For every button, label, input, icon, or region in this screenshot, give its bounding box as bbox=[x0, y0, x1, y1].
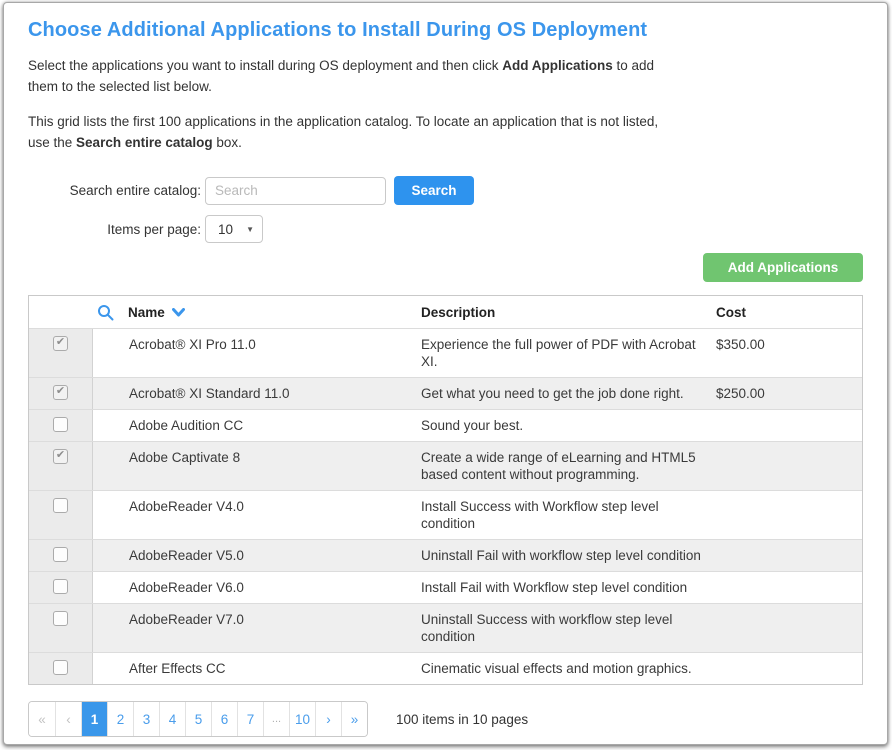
row-checkbox[interactable]: ✔ bbox=[53, 579, 68, 594]
chevron-down-icon: ▼ bbox=[246, 225, 254, 234]
app-name: After Effects CC bbox=[93, 653, 415, 684]
row-checkbox-cell: ✔ bbox=[29, 329, 93, 377]
pagination-next-page[interactable]: › bbox=[315, 702, 341, 736]
items-per-page-label: Items per page: bbox=[28, 222, 201, 237]
items-per-page-select[interactable]: 10 ▼ bbox=[205, 215, 263, 243]
app-name: Adobe Captivate 8 bbox=[93, 442, 415, 490]
app-name: Acrobat® XI Standard 11.0 bbox=[93, 378, 415, 409]
app-cost bbox=[710, 442, 862, 490]
checkmark-icon: ✔ bbox=[56, 450, 65, 461]
table-row[interactable]: ✔ Acrobat® XI Standard 11.0 Get what you… bbox=[29, 377, 862, 409]
intro-paragraph-1: Select the applications you want to inst… bbox=[28, 55, 676, 98]
pagination-page-ellipsis: ... bbox=[263, 702, 289, 736]
pagination-page-5[interactable]: 5 bbox=[185, 702, 211, 736]
app-description: Create a wide range of eLearning and HTM… bbox=[415, 442, 710, 490]
app-name: AdobeReader V5.0 bbox=[93, 540, 415, 571]
table-row[interactable]: ✔ Acrobat® XI Pro 11.0 Experience the fu… bbox=[29, 328, 862, 377]
header-name[interactable]: Name bbox=[93, 304, 415, 321]
dialog-window: Choose Additional Applications to Instal… bbox=[3, 2, 888, 745]
search-catalog-label: Search entire catalog: bbox=[28, 183, 201, 198]
header-checkbox-column bbox=[29, 309, 93, 316]
items-per-page-value: 10 bbox=[218, 222, 233, 237]
row-checkbox-cell: ✔ bbox=[29, 410, 93, 441]
app-description: Uninstall Fail with workflow step level … bbox=[415, 540, 710, 571]
checkmark-icon: ✔ bbox=[56, 386, 65, 397]
intro-paragraph-2: This grid lists the first 100 applicatio… bbox=[28, 111, 676, 154]
page-title: Choose Additional Applications to Instal… bbox=[28, 19, 863, 42]
pagination-first-page: « bbox=[29, 702, 55, 736]
app-cost bbox=[710, 604, 862, 652]
header-name-label: Name bbox=[128, 304, 165, 321]
app-cost bbox=[710, 491, 862, 539]
pagination-page-4[interactable]: 4 bbox=[159, 702, 185, 736]
row-checkbox[interactable]: ✔ bbox=[53, 336, 68, 351]
app-description: Sound your best. bbox=[415, 410, 710, 441]
row-checkbox[interactable]: ✔ bbox=[53, 417, 68, 432]
app-cost bbox=[710, 410, 862, 441]
row-checkbox[interactable]: ✔ bbox=[53, 385, 68, 400]
app-description: Install Success with Workflow step level… bbox=[415, 491, 710, 539]
app-description: Get what you need to get the job done ri… bbox=[415, 378, 710, 409]
row-checkbox-cell: ✔ bbox=[29, 572, 93, 603]
row-checkbox[interactable]: ✔ bbox=[53, 498, 68, 513]
app-description: Cinematic visual effects and motion grap… bbox=[415, 653, 710, 684]
add-applications-button[interactable]: Add Applications bbox=[703, 253, 863, 282]
applications-table: Name Description Cost ✔ Acrobat® XI Pro … bbox=[28, 295, 863, 685]
table-row[interactable]: ✔ AdobeReader V6.0 Install Fail with Wor… bbox=[29, 571, 862, 603]
table-row[interactable]: ✔ After Effects CC Cinematic visual effe… bbox=[29, 652, 862, 684]
table-row[interactable]: ✔ AdobeReader V7.0 Uninstall Success wit… bbox=[29, 603, 862, 652]
app-name: Acrobat® XI Pro 11.0 bbox=[93, 329, 415, 377]
app-cost bbox=[710, 653, 862, 684]
pagination-page-7[interactable]: 7 bbox=[237, 702, 263, 736]
row-checkbox-cell: ✔ bbox=[29, 491, 93, 539]
row-checkbox[interactable]: ✔ bbox=[53, 611, 68, 626]
search-input[interactable] bbox=[205, 177, 386, 205]
header-cost[interactable]: Cost bbox=[710, 304, 862, 321]
search-icon bbox=[97, 304, 114, 321]
row-checkbox[interactable]: ✔ bbox=[53, 449, 68, 464]
pagination-prev-page: ‹ bbox=[55, 702, 81, 736]
row-checkbox-cell: ✔ bbox=[29, 653, 93, 684]
table-body: ✔ Acrobat® XI Pro 11.0 Experience the fu… bbox=[29, 328, 862, 684]
pagination-row: «‹1234567...10›» 100 items in 10 pages bbox=[28, 701, 863, 737]
app-description: Experience the full power of PDF with Ac… bbox=[415, 329, 710, 377]
app-description: Install Fail with Workflow step level co… bbox=[415, 572, 710, 603]
search-button[interactable]: Search bbox=[394, 176, 474, 205]
table-header-row: Name Description Cost bbox=[29, 296, 862, 328]
app-name: AdobeReader V6.0 bbox=[93, 572, 415, 603]
row-checkbox[interactable]: ✔ bbox=[53, 660, 68, 675]
pagination-page-1[interactable]: 1 bbox=[81, 702, 107, 736]
table-row[interactable]: ✔ AdobeReader V5.0 Uninstall Fail with w… bbox=[29, 539, 862, 571]
header-description[interactable]: Description bbox=[415, 304, 710, 321]
row-checkbox-cell: ✔ bbox=[29, 378, 93, 409]
row-checkbox[interactable]: ✔ bbox=[53, 547, 68, 562]
pagination-page-2[interactable]: 2 bbox=[107, 702, 133, 736]
pagination-summary: 100 items in 10 pages bbox=[396, 712, 528, 727]
items-per-page-row: Items per page: 10 ▼ bbox=[28, 215, 863, 243]
app-cost: $350.00 bbox=[710, 329, 862, 377]
app-name: AdobeReader V4.0 bbox=[93, 491, 415, 539]
search-row: Search entire catalog: Search bbox=[28, 176, 863, 205]
app-cost: $250.00 bbox=[710, 378, 862, 409]
app-cost bbox=[710, 540, 862, 571]
table-row[interactable]: ✔ Adobe Audition CC Sound your best. bbox=[29, 409, 862, 441]
pagination-page-6[interactable]: 6 bbox=[211, 702, 237, 736]
app-description: Uninstall Success with workflow step lev… bbox=[415, 604, 710, 652]
app-name: Adobe Audition CC bbox=[93, 410, 415, 441]
table-row[interactable]: ✔ AdobeReader V4.0 Install Success with … bbox=[29, 490, 862, 539]
pagination-last-page[interactable]: » bbox=[341, 702, 367, 736]
checkmark-icon: ✔ bbox=[56, 337, 65, 348]
sort-descending-icon bbox=[172, 308, 185, 317]
app-cost bbox=[710, 572, 862, 603]
row-checkbox-cell: ✔ bbox=[29, 540, 93, 571]
table-row[interactable]: ✔ Adobe Captivate 8 Create a wide range … bbox=[29, 441, 862, 490]
add-applications-row: Add Applications bbox=[28, 253, 863, 282]
pagination-page-10[interactable]: 10 bbox=[289, 702, 315, 736]
pagination: «‹1234567...10›» bbox=[28, 701, 368, 737]
row-checkbox-cell: ✔ bbox=[29, 604, 93, 652]
row-checkbox-cell: ✔ bbox=[29, 442, 93, 490]
pagination-page-3[interactable]: 3 bbox=[133, 702, 159, 736]
app-name: AdobeReader V7.0 bbox=[93, 604, 415, 652]
